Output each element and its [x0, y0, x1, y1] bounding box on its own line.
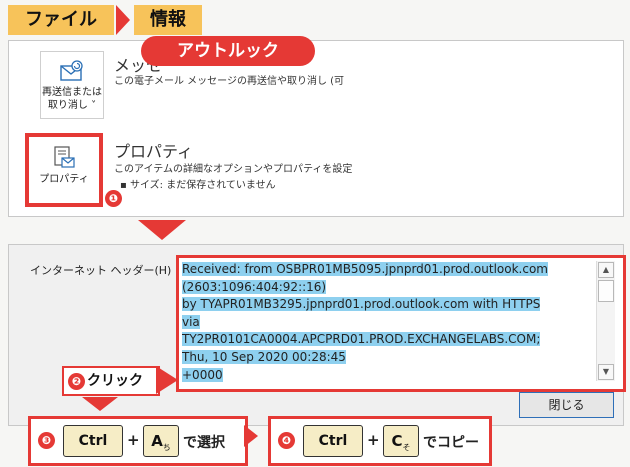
breadcrumb-file: ファイル	[8, 5, 114, 35]
properties-icon	[54, 146, 75, 168]
scroll-down-icon[interactable]: ▼	[598, 364, 614, 380]
headers-scrollbar[interactable]: ▲ ▼	[596, 261, 615, 381]
properties-button-label: プロパティ	[39, 174, 89, 185]
select-all-instruction: ❸ Ctrl + Aち で選択	[28, 416, 248, 466]
right-arrow-icon	[156, 366, 178, 394]
copy-text: でコピー	[423, 435, 479, 451]
c-key: Cそ	[383, 425, 419, 457]
click-callout: ❷ クリック	[62, 366, 160, 396]
ctrl-key: Ctrl	[63, 425, 123, 457]
properties-button[interactable]: プロパティ	[25, 133, 103, 207]
ctrl-key: Ctrl	[303, 425, 363, 457]
click-callout-text: クリック	[87, 373, 143, 389]
header-line: (2603:1096:404:92::16)	[182, 279, 327, 294]
internet-headers-label: インターネット ヘッダー(H)	[30, 264, 172, 277]
breadcrumb-info: 情報	[134, 5, 202, 35]
outlook-badge: アウトルック	[141, 36, 315, 66]
resend-description: この電子メール メッセージの再送信や取り消し (可	[114, 76, 345, 87]
plus-sign: +	[367, 431, 380, 449]
scroll-thumb[interactable]	[598, 280, 614, 302]
close-button[interactable]: 閉じる	[519, 392, 614, 418]
properties-description: このアイテムの詳細なオプションやプロパティを設定	[114, 164, 353, 175]
down-arrow-icon	[82, 397, 118, 411]
resend-button-label-2: 取り消し ˅	[47, 100, 97, 111]
down-arrow-icon	[138, 220, 186, 240]
header-line: Received: from OSBPR01MB5095.jpnprd01.pr…	[182, 262, 548, 276]
copy-instruction: ❹ Ctrl + Cそ でコピー	[268, 416, 492, 466]
a-key: Aち	[143, 425, 179, 457]
step-2-badge: ❷	[68, 372, 85, 390]
header-line: TY2PR0101CA0004.APCPRD01.PROD.EXCHANGELA…	[182, 332, 541, 347]
resend-button-label-1: 再送信または	[42, 87, 102, 98]
step-4-badge: ❹	[278, 432, 295, 449]
scroll-up-icon[interactable]: ▲	[598, 262, 614, 278]
resend-envelope-icon	[60, 60, 83, 81]
header-line: +0000	[182, 367, 223, 382]
select-text: で選択	[183, 435, 225, 451]
breadcrumb-arrow-icon	[116, 5, 130, 35]
properties-title: プロパティ	[114, 142, 194, 161]
header-line: by TYAPR01MB3295.jpnprd01.prod.outlook.c…	[182, 297, 541, 312]
properties-size: ▪ サイズ: まだ保存されていません	[120, 180, 276, 191]
step-1-badge: ❶	[105, 190, 122, 207]
step-3-badge: ❸	[38, 432, 55, 449]
internet-headers-textbox[interactable]: Received: from OSBPR01MB5095.jpnprd01.pr…	[182, 261, 594, 383]
right-arrow-icon	[244, 425, 258, 447]
header-line: via	[182, 314, 200, 329]
plus-sign: +	[127, 431, 140, 449]
header-line: Thu, 10 Sep 2020 00:28:45	[182, 349, 346, 364]
resend-recall-button[interactable]: 再送信または 取り消し ˅	[40, 51, 104, 119]
